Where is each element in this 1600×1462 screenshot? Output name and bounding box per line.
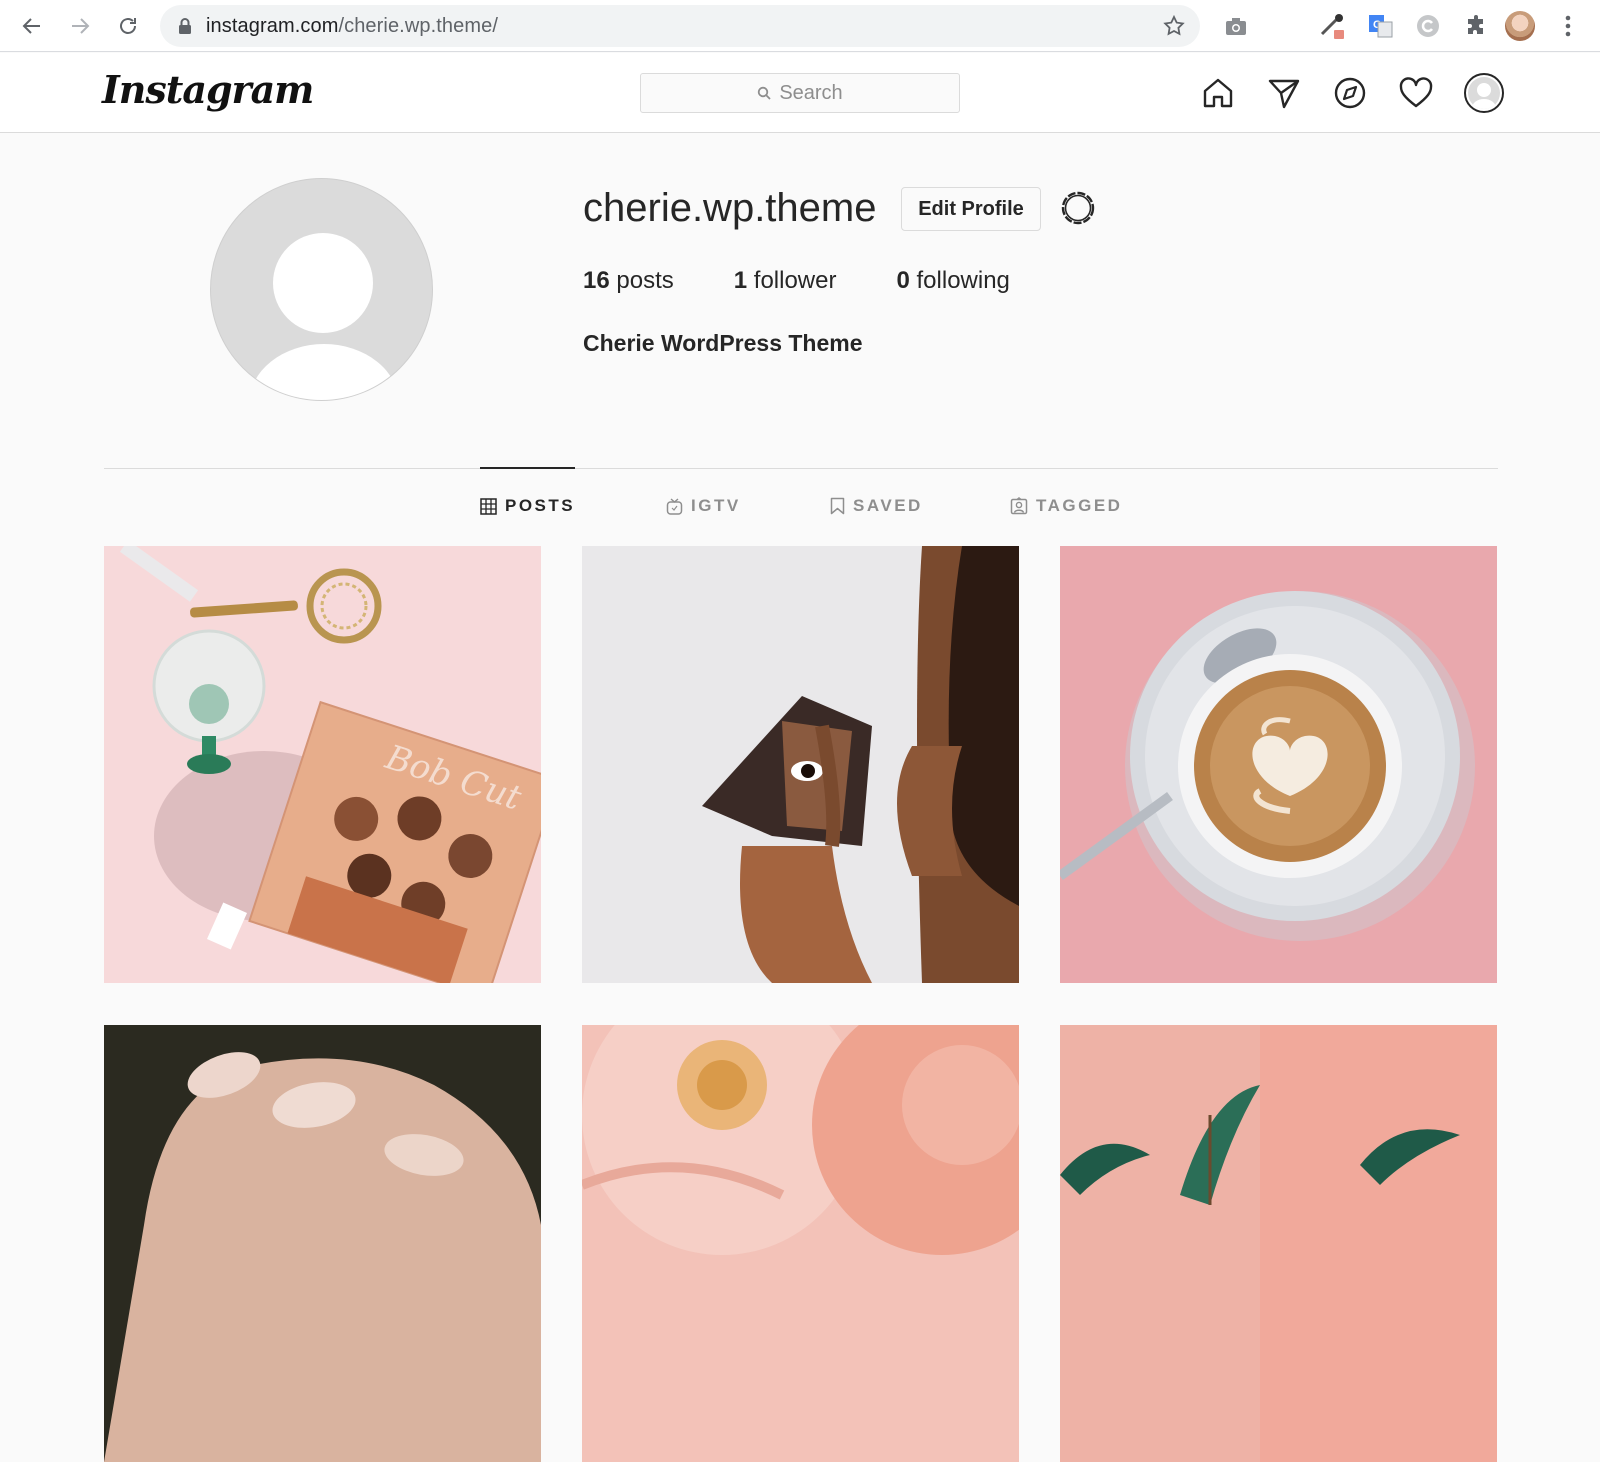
tab-saved[interactable]: SAVED [830,496,923,516]
profile-stats: 16 posts 1 follower 0 following [583,267,1070,295]
address-bar[interactable]: instagram.com/cherie.wp.theme/ [160,5,1200,47]
profile-picture[interactable] [210,178,433,401]
activity-heart-icon[interactable] [1396,73,1436,113]
post-thumbnail[interactable] [104,1025,541,1462]
extensions-puzzle-icon[interactable] [1460,10,1492,42]
forward-icon[interactable] [64,10,96,42]
back-icon[interactable] [16,10,48,42]
active-tab-indicator [480,467,575,469]
post-thumbnail[interactable] [582,1025,1019,1462]
tab-posts[interactable]: POSTS [480,496,575,516]
profile-full-name: Cherie WordPress Theme [583,330,863,356]
settings-gear-icon[interactable] [1058,188,1098,228]
home-icon[interactable] [1198,73,1238,113]
followers-count[interactable]: 1 follower [734,267,837,295]
tagged-person-icon [1010,497,1028,515]
edit-profile-button[interactable]: Edit Profile [901,187,1041,231]
tab-tagged[interactable]: TAGGED [1010,496,1122,516]
post-thumbnail[interactable] [1060,546,1497,983]
url-text: instagram.com/cherie.wp.theme/ [206,14,499,37]
bookmark-icon [830,497,845,515]
bookmark-star-icon[interactable] [1162,14,1186,43]
search-icon [758,86,771,100]
direct-messages-icon[interactable] [1264,73,1304,113]
color-picker-extension-icon[interactable] [1316,10,1348,42]
lock-icon [179,18,191,34]
browser-toolbar: instagram.com/cherie.wp.theme/ G [0,0,1600,52]
grid-icon [480,497,497,515]
chrome-menu-icon[interactable] [1552,10,1584,42]
browser-profile-avatar[interactable] [1504,10,1536,42]
grammarly-extension-icon[interactable] [1412,10,1444,42]
camera-icon[interactable] [1220,10,1252,42]
profile-avatar[interactable] [1462,71,1506,115]
following-count[interactable]: 0 following [896,267,1009,295]
profile-username: cherie.wp.theme [583,186,877,230]
search-placeholder: Search [779,81,843,104]
instagram-header: Instagram Search [0,53,1600,133]
search-input[interactable]: Search [640,73,960,113]
post-thumbnail[interactable] [582,546,1019,983]
igtv-icon [666,497,683,515]
tabs-divider [104,468,1498,469]
explore-compass-icon[interactable] [1330,73,1370,113]
instagram-logo[interactable]: Instagram [102,67,314,112]
post-thumbnail[interactable]: Bob Cut [104,546,541,983]
posts-count[interactable]: 16 posts [583,267,674,295]
reload-icon[interactable] [112,10,144,42]
google-translate-icon[interactable]: G [1364,10,1396,42]
post-thumbnail[interactable] [1060,1025,1497,1462]
tab-igtv[interactable]: IGTV [666,496,741,516]
